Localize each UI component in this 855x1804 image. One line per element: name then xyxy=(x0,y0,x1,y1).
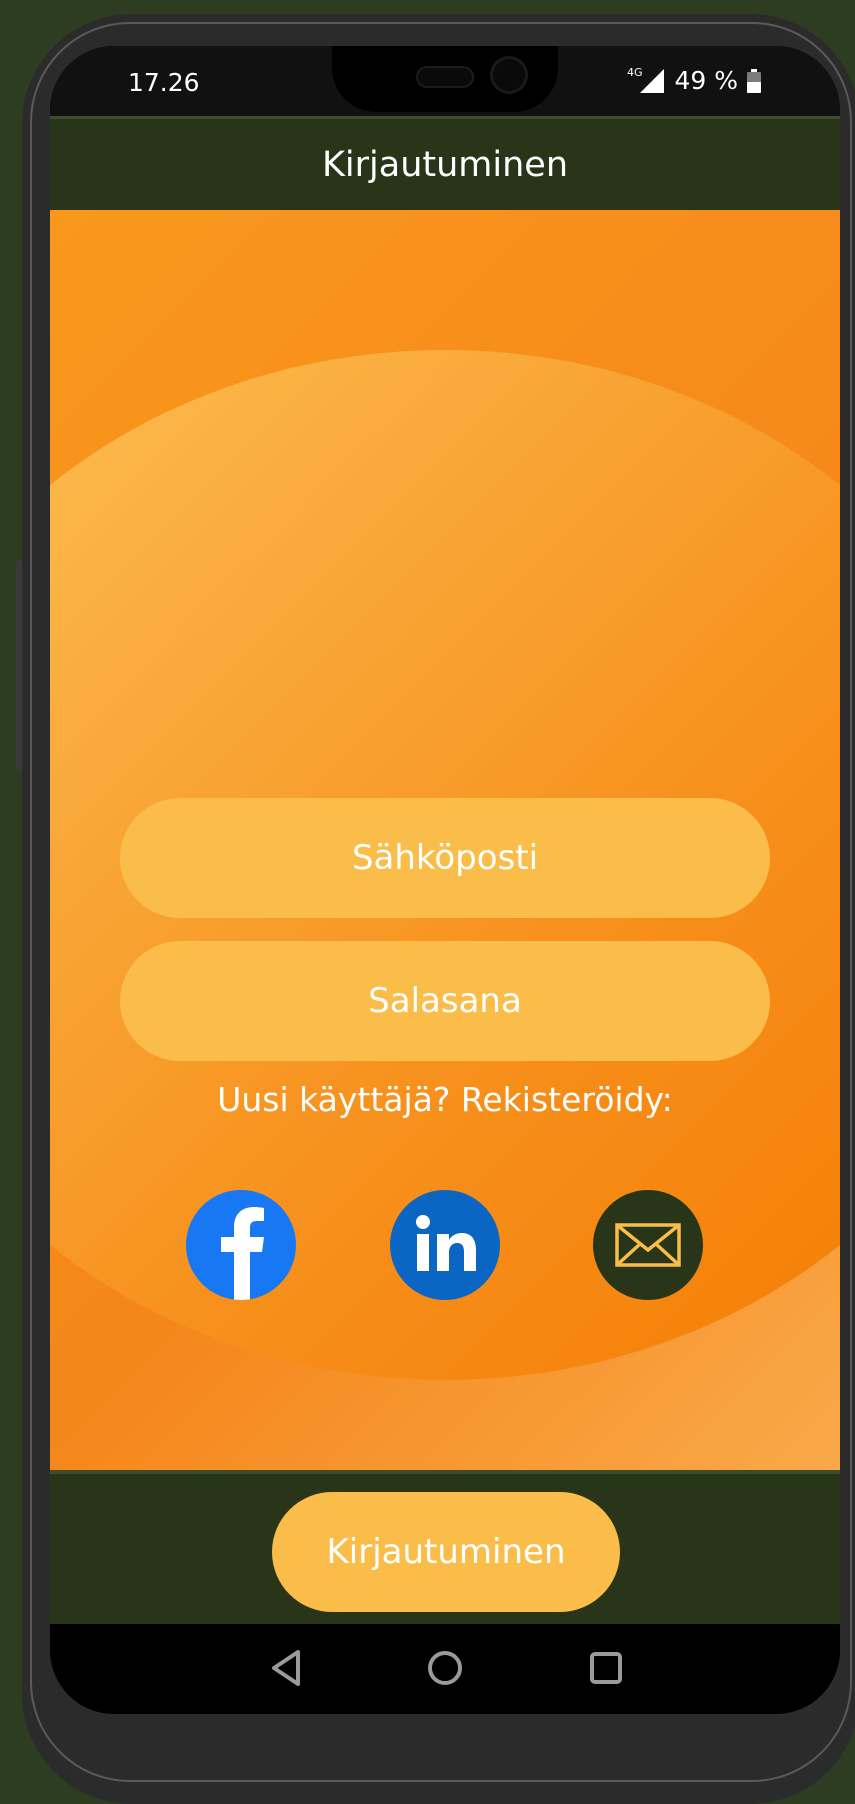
system-nav-bar xyxy=(50,1624,840,1714)
linkedin-register-button[interactable] xyxy=(390,1190,500,1300)
register-label: Uusi käyttäjä? Rekisteröidy: xyxy=(217,1080,673,1119)
email-input[interactable] xyxy=(150,837,740,879)
battery-percent: 49 % xyxy=(674,66,738,95)
status-bar: 17.26 4G 49 % xyxy=(50,46,840,116)
email-field[interactable] xyxy=(120,798,770,918)
login-content: Uusi käyttäjä? Rekisteröidy: xyxy=(50,210,840,1470)
page-title: Kirjautuminen xyxy=(321,144,569,185)
earpiece-speaker xyxy=(416,66,474,88)
status-time: 17.26 xyxy=(128,68,200,97)
front-camera xyxy=(490,56,528,94)
login-button[interactable]: Kirjautuminen xyxy=(272,1492,620,1612)
password-input[interactable] xyxy=(150,980,740,1022)
cell-signal-icon xyxy=(640,68,665,93)
nav-recents-button[interactable] xyxy=(584,1646,628,1690)
home-icon xyxy=(428,1651,462,1685)
email-register-button[interactable] xyxy=(593,1190,703,1300)
password-field[interactable] xyxy=(120,941,770,1061)
phone-screen: 17.26 4G 49 % Kirjautuminen Uusi käy xyxy=(50,46,840,1714)
mail-icon xyxy=(593,1190,703,1300)
bottom-bar: Kirjautuminen xyxy=(50,1470,840,1624)
status-indicators: 4G 49 % xyxy=(627,66,762,95)
facebook-register-button[interactable] xyxy=(186,1190,296,1300)
linkedin-icon xyxy=(390,1190,500,1300)
back-icon xyxy=(272,1650,300,1686)
app-bar: Kirjautuminen xyxy=(50,116,840,210)
nav-home-button[interactable] xyxy=(423,1646,467,1690)
nav-back-button[interactable] xyxy=(266,1646,310,1690)
recents-icon xyxy=(590,1652,622,1684)
network-type: 4G xyxy=(626,66,643,79)
battery-icon xyxy=(747,68,761,93)
facebook-icon xyxy=(186,1190,296,1300)
